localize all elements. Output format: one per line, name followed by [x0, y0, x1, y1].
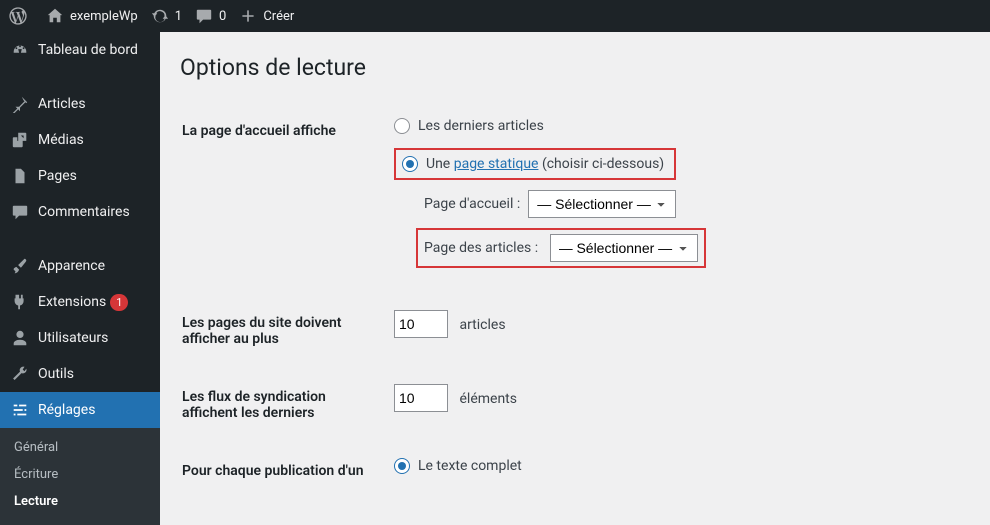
homepage-select-row: Page d'accueil : — Sélectionner — [424, 190, 958, 218]
refresh-icon [150, 6, 170, 26]
sidebar-item-dashboard[interactable]: Tableau de bord [0, 32, 160, 68]
wrench-icon [10, 364, 30, 384]
sidebar-label: Pages [38, 168, 77, 184]
radio-full-text-label: Le texte complet [418, 458, 522, 474]
settings-form: La page d'accueil affiche Les derniers a… [180, 101, 970, 504]
sidebar-item-posts[interactable]: Articles [0, 86, 160, 122]
sidebar-label: Apparence [38, 258, 105, 274]
plugins-update-badge: 1 [110, 294, 128, 311]
sliders-icon [10, 400, 30, 420]
static-page-highlight: Une page statique (choisir ci-dessous) [394, 148, 676, 180]
sidebar-label: Médias [38, 132, 84, 148]
sidebar-label: Articles [38, 96, 86, 112]
pages-icon [10, 166, 30, 186]
radio-static-page-label: Une page statique (choisir ci-dessous) [426, 156, 664, 172]
homepage-select[interactable]: — Sélectionner — [528, 190, 676, 218]
radio-static-page[interactable]: Une page statique (choisir ci-dessous) [402, 156, 664, 172]
site-name-link[interactable]: exempleWp [45, 6, 138, 26]
comment-icon [194, 6, 214, 26]
comments-link[interactable]: 0 [194, 6, 226, 26]
field-label-front-page: La page d'accueil affiche [182, 103, 382, 293]
new-content-text: Créer [263, 9, 294, 24]
settings-submenu: Général Écriture Lecture [0, 428, 160, 525]
homepage-label: Page d'accueil : [424, 196, 520, 212]
updates-link[interactable]: 1 [150, 6, 182, 26]
sidebar-label: Tableau de bord [38, 42, 138, 58]
plus-icon [238, 6, 258, 26]
site-name-text: exempleWp [70, 9, 138, 24]
new-content-link[interactable]: Créer [238, 6, 294, 26]
sidebar-item-tools[interactable]: Outils [0, 356, 160, 392]
radio-static-page-input[interactable] [402, 156, 418, 172]
sidebar-label: Extensions [38, 294, 106, 310]
sidebar-item-users[interactable]: Utilisateurs [0, 320, 160, 356]
radio-full-text[interactable]: Le texte complet [394, 458, 958, 474]
posts-page-select[interactable]: — Sélectionner — [550, 234, 698, 262]
posts-per-page-input[interactable] [394, 310, 448, 338]
field-label-feed-content: Pour chaque publication d'un [182, 443, 382, 503]
posts-per-rss-input[interactable] [394, 384, 448, 412]
home-icon [45, 6, 65, 26]
updates-count: 1 [175, 9, 182, 24]
posts-page-highlight: Page des articles : — Sélectionner — [416, 228, 706, 268]
wp-logo[interactable] [8, 6, 33, 26]
radio-latest-posts-input[interactable] [394, 118, 410, 134]
sidebar-item-media[interactable]: Médias [0, 122, 160, 158]
user-icon [10, 328, 30, 348]
static-page-help-link[interactable]: page statique [454, 156, 539, 172]
comments-count: 0 [219, 9, 226, 24]
admin-sidebar: Tableau de bord Articles Médias Pages Co… [0, 32, 160, 504]
pin-icon [10, 94, 30, 114]
sidebar-item-settings[interactable]: Réglages [0, 392, 160, 428]
posts-per-rss-unit: éléments [459, 391, 517, 407]
dashboard-icon [10, 40, 30, 60]
admin-bar: exempleWp 1 0 Créer [0, 0, 990, 32]
sidebar-item-comments[interactable]: Commentaires [0, 194, 160, 230]
sidebar-label: Réglages [38, 402, 95, 418]
field-label-syndication: Les flux de syndication affichent les de… [182, 369, 382, 441]
radio-full-text-input[interactable] [394, 458, 410, 474]
main-content: Options de lecture La page d'accueil aff… [160, 32, 990, 504]
sidebar-label: Utilisateurs [38, 330, 108, 346]
submenu-writing[interactable]: Écriture [0, 461, 160, 488]
radio-latest-posts[interactable]: Les derniers articles [394, 118, 958, 134]
radio-latest-posts-label: Les derniers articles [418, 118, 544, 134]
comments-icon [10, 202, 30, 222]
submenu-general[interactable]: Général [0, 434, 160, 461]
wordpress-icon [8, 6, 28, 26]
brush-icon [10, 256, 30, 276]
media-icon [10, 130, 30, 150]
sidebar-item-pages[interactable]: Pages [0, 158, 160, 194]
plug-icon [10, 292, 30, 312]
field-label-blog-pages: Les pages du site doivent afficher au pl… [182, 295, 382, 367]
sidebar-label: Commentaires [38, 204, 130, 220]
sidebar-item-plugins[interactable]: Extensions 1 [0, 284, 160, 320]
page-title: Options de lecture [180, 54, 970, 81]
posts-page-label: Page des articles : [424, 240, 538, 256]
sidebar-label: Outils [38, 366, 74, 382]
posts-per-page-unit: articles [459, 317, 505, 333]
sidebar-item-appearance[interactable]: Apparence [0, 248, 160, 284]
submenu-reading[interactable]: Lecture [0, 488, 160, 515]
posts-page-select-row: Page des articles : — Sélectionner — [416, 228, 958, 268]
